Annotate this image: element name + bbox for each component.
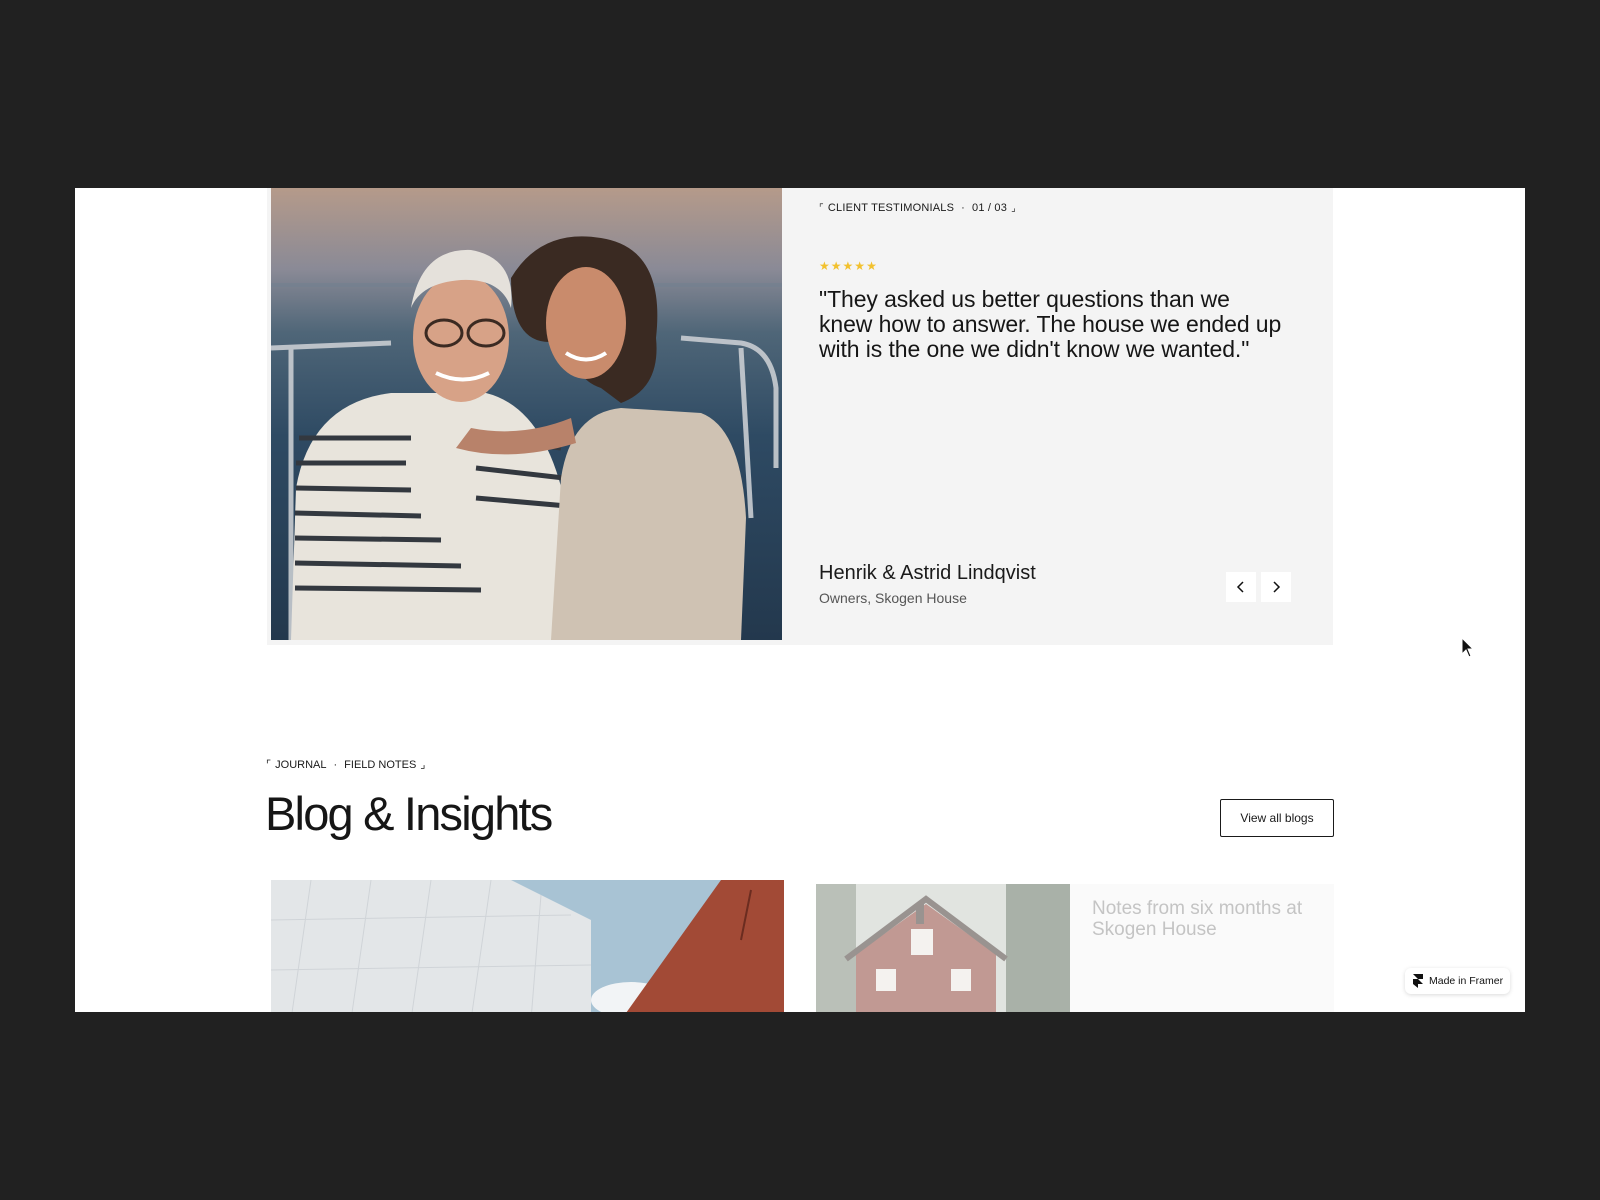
previous-button[interactable] [1226, 572, 1256, 602]
blog-eyebrow-separator: · [333, 758, 338, 771]
made-in-framer-badge[interactable]: Made in Framer [1405, 968, 1510, 994]
framer-logo-icon [1413, 974, 1423, 988]
star-icon: ★ [819, 259, 830, 273]
next-button[interactable] [1261, 572, 1291, 602]
blog-post-card[interactable] [271, 880, 784, 1012]
chevron-left-icon [1236, 581, 1244, 593]
star-icon: ★ [842, 259, 854, 273]
page-viewport: ⌜ CLIENT TESTIMONIALS · 01 / 03 ⌟ ★ ★ ★ … [75, 188, 1525, 1012]
eyebrow-label: CLIENT TESTIMONIALS [827, 202, 955, 214]
blog-eyebrow: ⌜ JOURNAL · FIELD NOTES ⌟ [266, 758, 426, 772]
testimonial-section: ⌜ CLIENT TESTIMONIALS · 01 / 03 ⌟ ★ ★ ★ … [267, 188, 1333, 645]
testimonial-quote: "They asked us better questions than we … [819, 286, 1282, 362]
star-icon: ★ [854, 259, 866, 273]
bracket-close-icon: ⌟ [420, 759, 426, 771]
testimonial-eyebrow: ⌜ CLIENT TESTIMONIALS · 01 / 03 ⌟ [819, 202, 1016, 214]
view-all-blogs-button[interactable]: View all blogs [1220, 799, 1334, 837]
blog-post-image [271, 880, 784, 1012]
testimonial-nav [1226, 572, 1291, 602]
eyebrow-separator: · [961, 202, 966, 214]
bracket-open-icon: ⌜ [819, 202, 824, 214]
testimonial-photo [271, 188, 782, 640]
blog-eyebrow-part2: FIELD NOTES [344, 758, 417, 771]
testimonial-content: ⌜ CLIENT TESTIMONIALS · 01 / 03 ⌟ ★ ★ ★ … [819, 188, 1291, 645]
chevron-right-icon [1273, 581, 1281, 593]
badge-label: Made in Framer [1429, 975, 1504, 987]
testimonial-counter: 01 / 03 [972, 202, 1008, 214]
author-name: Henrik & Astrid Lindqvist [819, 562, 1036, 584]
blog-post-thumbnail [816, 884, 1070, 1012]
bracket-close-icon: ⌟ [1011, 202, 1016, 214]
rating-stars: ★ ★ ★ ★ ★ [819, 260, 877, 272]
mouse-cursor-icon [1461, 637, 1475, 658]
star-icon: ★ [830, 259, 842, 273]
blog-eyebrow-part1: JOURNAL [275, 758, 327, 771]
author-role: Owners, Skogen House [819, 590, 967, 606]
star-icon: ★ [866, 259, 877, 273]
blog-post-card[interactable]: Notes from six months at Skogen House [816, 884, 1334, 1012]
blog-section-title: Blog & Insights [265, 787, 553, 840]
blog-post-title: Notes from six months at Skogen House [1092, 898, 1303, 940]
bracket-open-icon: ⌜ [266, 759, 272, 771]
